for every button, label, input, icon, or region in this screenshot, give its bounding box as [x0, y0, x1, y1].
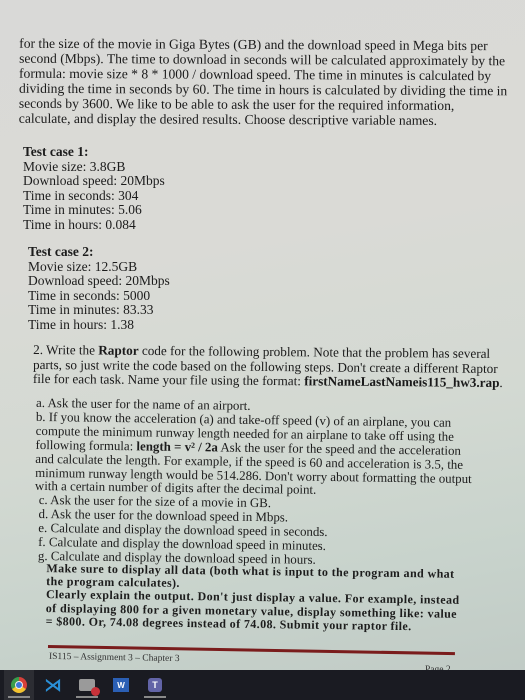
intro-paragraph: for the size of the movie in Giga Bytes … — [18, 35, 508, 128]
taskbar-chrome[interactable] — [4, 670, 34, 700]
question-2-suffix: . — [499, 375, 503, 391]
document-page: for the size of the movie in Giga Bytes … — [0, 0, 525, 675]
test-case-line: Time in hours: 1.38 — [28, 316, 135, 332]
steps-list: a. Ask the user for the name of an airpo… — [34, 396, 476, 570]
runway-formula: length = v² / 2a — [136, 439, 218, 455]
test-case-line: Time in seconds: 304 — [23, 187, 139, 203]
taskbar-teams[interactable]: T — [140, 670, 170, 700]
test-case-line: Time in hours: 0.084 — [23, 216, 136, 232]
running-indicator — [76, 696, 98, 698]
question-2-prefix: 2. Write the — [33, 341, 99, 358]
notes: Make sure to display all data (both what… — [45, 561, 467, 634]
test-case-2: Test case 2: Movie size: 12.5GB Download… — [28, 244, 170, 333]
test-case-line: Time in minutes: 83.33 — [28, 302, 154, 318]
question-2: 2. Write the Raptor code for the followi… — [33, 341, 503, 391]
test-case-line: Time in seconds: 5000 — [28, 287, 151, 303]
running-indicator — [8, 696, 30, 698]
test-case-1: Test case 1: Movie size: 3.8GB Download … — [23, 144, 165, 233]
running-indicator — [144, 696, 166, 698]
teams-icon: T — [148, 678, 162, 692]
test-case-line: Time in minutes: 5.06 — [23, 202, 142, 218]
taskbar: ⋊ W T — [0, 670, 525, 700]
vscode-icon: ⋊ — [44, 674, 62, 696]
chat-icon — [79, 679, 100, 696]
step-b: b. If you know the acceleration (a) and … — [35, 410, 476, 501]
word-icon: W — [113, 678, 129, 692]
test-case-line: Download speed: 20Mbps — [23, 173, 165, 189]
note-explain-output: Clearly explain the output. Don't just d… — [45, 587, 460, 633]
taskbar-chat[interactable] — [72, 670, 102, 700]
footer-course-label: IS115 – Assignment 3 – Chapter 3 — [48, 651, 180, 665]
test-case-line: Movie size: 12.5GB — [28, 258, 138, 274]
test-case-line: Movie size: 3.8GB — [23, 158, 126, 174]
raptor-keyword: Raptor — [98, 342, 139, 358]
test-case-line: Download speed: 20Mbps — [28, 273, 170, 289]
taskbar-word[interactable]: W — [106, 670, 136, 700]
taskbar-vscode[interactable]: ⋊ — [38, 670, 68, 700]
filename-format: firstNameLastNameis115_hw3.rap — [304, 373, 500, 391]
chrome-icon — [11, 677, 27, 693]
test-case-heading: Test case 2: — [28, 244, 94, 259]
test-case-heading: Test case 1: — [23, 144, 89, 159]
